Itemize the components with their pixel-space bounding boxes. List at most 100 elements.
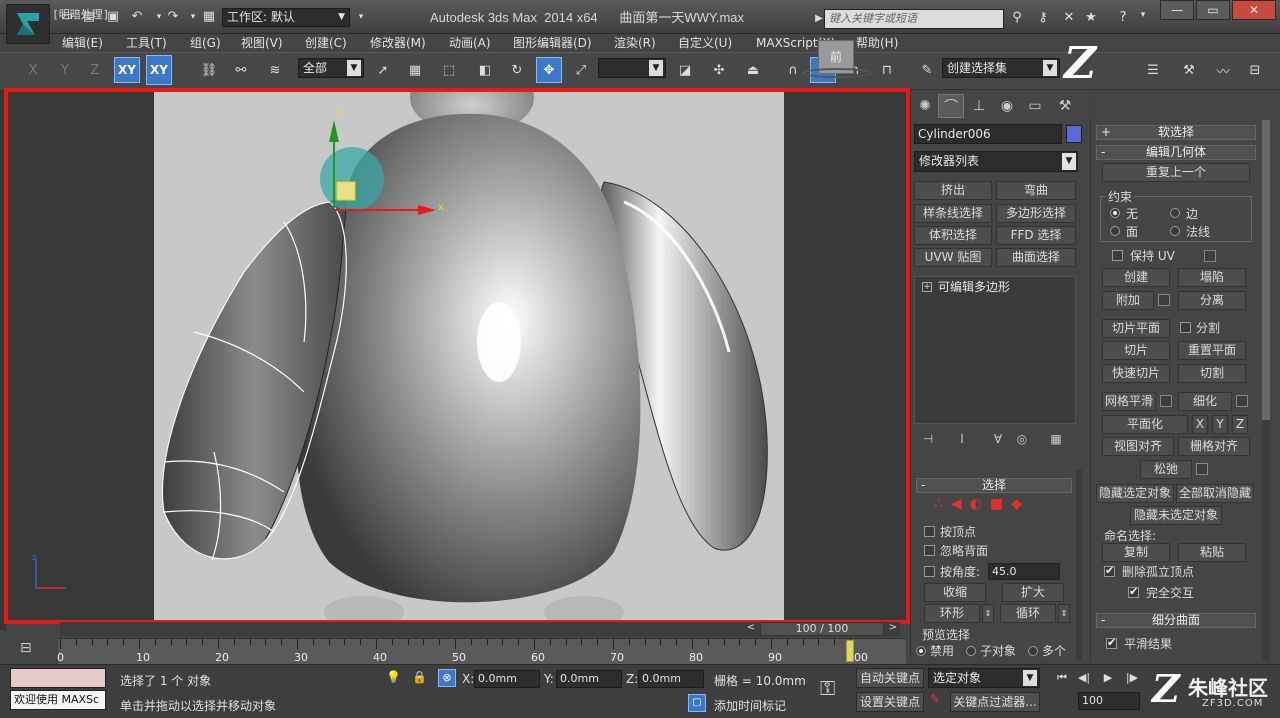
soft-selection-rollout-header[interactable]: + 软选择 xyxy=(1096,125,1256,140)
hide-unselected-button[interactable]: 隐藏未选定对象 xyxy=(1130,506,1222,525)
region-select-icon[interactable]: ⬚ xyxy=(436,57,462,83)
y-coord-field[interactable]: 0.0mm xyxy=(556,670,622,688)
menu-customize[interactable]: 自定义(U) xyxy=(678,34,732,52)
meshsmooth-button[interactable]: 网格平滑 xyxy=(1102,392,1156,411)
utilities-tab-icon[interactable]: ⚒ xyxy=(1052,94,1078,118)
reference-coord-dropdown[interactable]: ▼ xyxy=(598,58,666,78)
viewcube-compass[interactable] xyxy=(802,68,872,78)
select-object-icon[interactable]: ➚ xyxy=(370,57,396,83)
show-end-result-icon[interactable]: Ⅰ xyxy=(954,432,970,448)
search-input[interactable]: 键入关键字或短语 xyxy=(824,9,1004,29)
paste-selection-button[interactable]: 粘贴 xyxy=(1178,543,1246,562)
viewport-scene[interactable]: y x xyxy=(154,92,784,620)
spline-select-button[interactable]: 样条线选择 xyxy=(914,204,992,223)
expand-plus-icon[interactable]: + xyxy=(922,282,932,292)
select-move-icon[interactable]: ✥ xyxy=(536,57,562,83)
keyboard-shortcut-icon[interactable]: ⏏ xyxy=(740,57,766,83)
menu-edit[interactable]: 编辑(E) xyxy=(62,34,103,52)
maximize-button[interactable]: ▭ xyxy=(1196,0,1230,20)
schematic-view-icon[interactable]: ⊟ xyxy=(1242,57,1268,83)
subobject-level-icons[interactable]: ∴◀◐■◆ xyxy=(934,496,1030,512)
preserve-uv-checkbox[interactable] xyxy=(1112,250,1123,261)
favorites-star-icon[interactable]: ★ xyxy=(1082,10,1100,28)
maxscript-listener-field[interactable] xyxy=(10,668,106,688)
preview-disabled-radio[interactable] xyxy=(916,646,926,656)
select-rotate-icon[interactable]: ↻ xyxy=(504,57,530,83)
tessellate-button[interactable]: 细化 xyxy=(1178,392,1232,411)
auto-key-button[interactable]: 自动关键点 xyxy=(856,668,924,688)
preserve-uv-settings-button[interactable] xyxy=(1204,250,1216,262)
menu-tools[interactable]: 工具(T) xyxy=(126,34,167,52)
relax-settings-button[interactable] xyxy=(1196,463,1208,475)
menu-modifiers[interactable]: 修改器(M) xyxy=(370,34,426,52)
create-button[interactable]: 创建 xyxy=(1102,268,1170,287)
collapse-button[interactable]: 塌陷 xyxy=(1178,268,1246,287)
window-crossing-icon[interactable]: ◧ xyxy=(472,57,498,83)
edit-named-selection-icon[interactable]: ✎ xyxy=(914,57,940,83)
x-axis-icon[interactable]: X xyxy=(20,57,46,83)
create-tab-icon[interactable]: ✺ xyxy=(912,94,938,118)
isolate-selection-icon[interactable]: 💡 xyxy=(386,670,402,686)
meshsmooth-settings-button[interactable] xyxy=(1160,395,1172,407)
delete-isolated-checkbox[interactable] xyxy=(1104,564,1115,577)
ignore-backfacing-checkbox[interactable] xyxy=(924,545,935,556)
stack-item-editable-poly[interactable]: + 可编辑多边形 xyxy=(918,280,1068,295)
unlink-icon[interactable]: ⚯ xyxy=(228,57,254,83)
time-tag-icon[interactable]: ▢ xyxy=(688,694,706,712)
help-dropdown-icon[interactable]: ▾ xyxy=(1134,10,1152,28)
key-mode-icon[interactable]: ✎ xyxy=(930,692,948,712)
render-setup-icon[interactable]: ⚒ xyxy=(1176,57,1202,83)
slice-plane-button[interactable]: 切片平面 xyxy=(1102,319,1170,338)
layer-manager-icon[interactable]: ☰ xyxy=(1140,57,1166,83)
modifier-stack[interactable]: + 可编辑多边形 xyxy=(914,276,1076,424)
x-coord-field[interactable]: 0.0mm xyxy=(474,670,540,688)
edit-geometry-rollout-header[interactable]: - 编辑几何体 xyxy=(1096,145,1256,160)
set-key-button[interactable]: 设置关键点 xyxy=(856,692,924,712)
make-planar-button[interactable]: 平面化 xyxy=(1102,415,1188,434)
scrollbar-thumb[interactable] xyxy=(1262,120,1270,420)
add-time-tag-button[interactable]: 添加时间标记 xyxy=(714,697,786,714)
bend-modifier-button[interactable]: 弯曲 xyxy=(996,181,1076,200)
full-interactivity-checkbox[interactable] xyxy=(1128,585,1139,598)
constraint-edge-radio[interactable] xyxy=(1170,208,1180,218)
current-frame-field[interactable]: 100 xyxy=(1078,692,1140,710)
maxscript-mini-listener[interactable]: 欢迎使用 MAXSc xyxy=(10,690,106,710)
link-icon[interactable]: ⛓ xyxy=(196,57,222,83)
selection-filter-dropdown[interactable]: 全部 ▼ xyxy=(298,58,364,78)
next-key-icon[interactable]: |▶ xyxy=(1122,668,1142,688)
track-view-toggle-icon[interactable]: ⊟ xyxy=(20,640,40,660)
named-selection-dropdown[interactable]: 创建选择集 ▼ xyxy=(942,58,1060,78)
repeat-last-button[interactable]: 重复上一个 xyxy=(1102,163,1250,182)
spinner-snap-icon[interactable]: ⊓ xyxy=(874,57,900,83)
key-set-dropdown[interactable]: 选定对象 ▼ xyxy=(928,668,1040,688)
quickslice-button[interactable]: 快速切片 xyxy=(1102,364,1170,383)
select-by-name-icon[interactable]: ▦ xyxy=(402,57,428,83)
menu-create[interactable]: 创建(C) xyxy=(305,34,347,52)
grid-align-button[interactable]: 栅格对齐 xyxy=(1178,437,1250,456)
unhide-all-button[interactable]: 全部取消隐藏 xyxy=(1176,484,1254,503)
preview-multiple-radio[interactable] xyxy=(1028,646,1038,656)
uvw-map-button[interactable]: UVW 贴图 xyxy=(914,248,992,267)
selection-rollout-header[interactable]: - 选择 xyxy=(916,478,1072,493)
current-frame-marker[interactable] xyxy=(846,640,854,662)
view-align-button[interactable]: 视图对齐 xyxy=(1102,437,1174,456)
planar-z-button[interactable]: Z xyxy=(1232,415,1248,434)
display-tab-icon[interactable]: ▭ xyxy=(1022,94,1048,118)
planar-x-button[interactable]: X xyxy=(1192,415,1208,434)
modify-tab-icon[interactable]: ⌒ xyxy=(938,94,964,118)
remove-modifier-icon[interactable]: ◎ xyxy=(1014,432,1030,448)
surface-select-button[interactable]: 曲面选择 xyxy=(996,248,1076,267)
detach-button[interactable]: 分离 xyxy=(1178,291,1246,310)
ring-spinner-icon[interactable]: ⇕ xyxy=(982,604,994,623)
set-key-icon[interactable]: ⚿ xyxy=(820,676,850,706)
play-icon[interactable]: ▶ xyxy=(1098,668,1118,688)
by-angle-checkbox[interactable] xyxy=(924,566,935,577)
smooth-result-checkbox[interactable] xyxy=(1106,636,1117,649)
vol-select-button[interactable]: 体积选择 xyxy=(914,226,992,245)
menu-graph-editors[interactable]: 图形编辑器(D) xyxy=(513,34,592,52)
menu-views[interactable]: 视图(V) xyxy=(241,34,283,52)
hide-selected-button[interactable]: 隐藏选定对象 xyxy=(1096,484,1174,503)
split-checkbox[interactable] xyxy=(1180,322,1191,333)
viewport-front[interactable]: y x xyxy=(4,88,910,624)
angle-spinner[interactable]: 45.0 xyxy=(988,563,1060,580)
